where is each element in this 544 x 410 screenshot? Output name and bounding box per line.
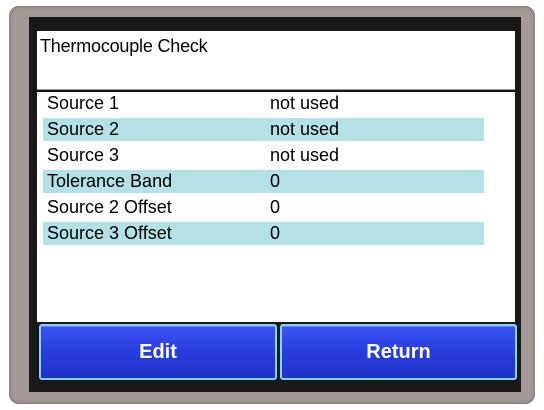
row-value: 0	[270, 197, 281, 217]
row-value: 0	[270, 171, 281, 191]
page-title: Thermocouple Check	[40, 36, 208, 56]
row-label: Source 1	[47, 93, 120, 113]
row-label: Source 2	[47, 119, 120, 139]
row-value: 0	[270, 223, 281, 243]
list-item-tolerance-band[interactable]: Tolerance Band 0	[43, 170, 484, 193]
return-button[interactable]: Return	[280, 324, 517, 380]
list-item-source-2[interactable]: Source 2 not used	[43, 118, 484, 141]
row-label: Source 2 Offset	[47, 197, 172, 217]
row-label: Tolerance Band	[47, 171, 173, 191]
row-label: Source 3 Offset	[47, 223, 172, 243]
row-value: not used	[270, 93, 340, 113]
row-value: not used	[270, 145, 340, 165]
list-item-source-1[interactable]: Source 1 not used	[43, 92, 484, 115]
list-item-source-3-offset[interactable]: Source 3 Offset 0	[43, 222, 484, 245]
settings-list: Source 1 not used Source 2 not used Sour…	[37, 92, 515, 322]
row-value: not used	[270, 119, 340, 139]
list-item-source-2-offset[interactable]: Source 2 Offset 0	[43, 196, 484, 219]
edit-button[interactable]: Edit	[39, 324, 277, 380]
list-item-source-3[interactable]: Source 3 not used	[43, 144, 484, 167]
row-label: Source 3	[47, 145, 120, 165]
title-panel: Thermocouple Check	[37, 31, 515, 90]
